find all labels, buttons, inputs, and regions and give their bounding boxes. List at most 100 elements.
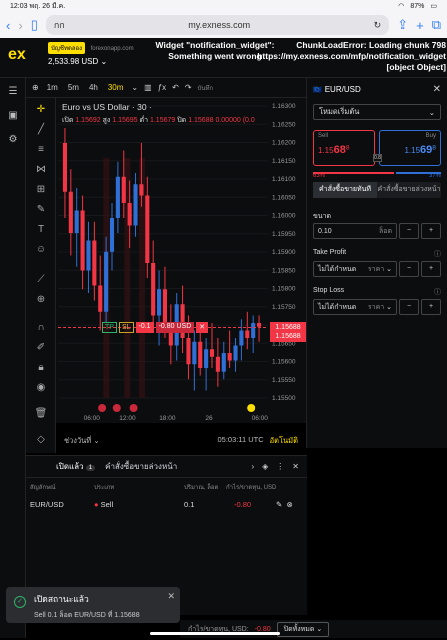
sl-tag[interactable]: SL (118, 321, 134, 333)
exness-logo[interactable]: ex (8, 46, 30, 68)
sentiment-sell-pct: 63% (313, 173, 326, 179)
settings-icon[interactable]: ⚙ (6, 134, 20, 148)
volume-decrease-button[interactable]: − (399, 223, 419, 239)
buy-button[interactable]: Buy 1.15698 (379, 130, 441, 166)
status-time: 12:03 (10, 2, 28, 10)
tab-market-order[interactable]: คำสั่งซื้อขายทันที (313, 182, 377, 198)
chart-footer: ช่วงวันที่ ⌄ 05:03:11 UTC อัตโนมัติ (56, 432, 306, 450)
check-icon: ✓ (14, 596, 26, 608)
chevron-down-icon[interactable]: ⌄ (131, 83, 138, 92)
demo-badge: บัญชีทดลอง (48, 42, 86, 54)
auto-scale-button[interactable]: อัตโนมัติ (270, 435, 298, 447)
tp-decrease-button[interactable]: − (399, 261, 419, 277)
volume-label: ขนาด (313, 213, 332, 220)
candle-body (127, 203, 132, 226)
y-tick-label: 1.16250 (272, 121, 296, 128)
tab-pending-order[interactable]: คำสั่งซื้อขายล่วงหน้า (377, 182, 441, 198)
reload-icon[interactable]: ↻ (374, 20, 382, 31)
timeframe-4h[interactable]: 4h (87, 82, 100, 93)
lock-icon[interactable]: 🔒︎ (34, 362, 48, 376)
text-icon[interactable]: T (34, 224, 48, 238)
info-icon[interactable]: ⓘ (434, 249, 441, 259)
back-icon[interactable]: ‹ (6, 18, 10, 33)
trendline-icon[interactable]: ╱ (34, 124, 48, 138)
prediction-icon[interactable]: ⊞ (34, 184, 48, 198)
eye-icon[interactable]: ◉ (34, 382, 48, 396)
close-icon[interactable]: ✕ (292, 462, 299, 471)
crosshair-icon[interactable]: ✛ (34, 104, 48, 118)
redo-icon[interactable]: ↷ (185, 83, 192, 92)
timeframe-1m[interactable]: 1m (45, 82, 60, 93)
sell-button[interactable]: Sell 1.15688 (313, 130, 375, 166)
brush-icon[interactable]: ✎ (34, 204, 48, 218)
forward-icon[interactable]: › (18, 18, 22, 33)
volume-input[interactable]: 0.10 ล็อต (313, 223, 397, 239)
share-icon[interactable]: ⇪ (397, 17, 408, 33)
indicators-icon[interactable]: ƒx (158, 83, 166, 92)
close-position-icon[interactable]: ⊗ (286, 500, 292, 509)
account-selector[interactable]: บัญชีทดลอง forexonapp.com 2,533.98 USD ⌄ (48, 42, 134, 66)
more-icon[interactable]: ⋮ (276, 462, 284, 471)
trash-icon[interactable]: 🗑︎ (34, 408, 48, 422)
close-icon[interactable]: ✕ (167, 591, 175, 602)
tab-open-positions[interactable]: เปิดแล้ว 1 (56, 460, 96, 473)
timeframe-30m[interactable]: 30m (106, 82, 126, 93)
position-line-label[interactable]: TP SL -0.1 -0.80 USD ✕ (102, 321, 209, 333)
candle-body (251, 323, 256, 338)
app-header: ex บัญชีทดลอง forexonapp.com 2,533.98 US… (0, 38, 447, 78)
toast-message: Sell 0.1 ล็อต EUR/USD ที่ 1.15688 (34, 612, 140, 619)
briefcase-icon[interactable]: ▣ (6, 110, 20, 124)
date-range-button[interactable]: ช่วงวันที่ ⌄ (64, 435, 100, 447)
tp-tag[interactable]: TP (102, 321, 117, 333)
volume-increase-button[interactable]: + (421, 223, 441, 239)
chart-canvas[interactable]: 1.16300 1.16250 1.16200 1.16150 1.16100 1.160… (56, 98, 306, 423)
y-tick-label: 1.16300 (272, 103, 296, 110)
tp-increase-button[interactable]: + (421, 261, 441, 277)
close-all-button[interactable]: ปิดทั้งหมด ⌄ (276, 621, 330, 637)
take-profit-input[interactable]: ไม่ได้กำหนด ราคา ⌄ (313, 261, 397, 277)
candle-body (104, 251, 109, 312)
tabs-icon[interactable]: ⧉ (432, 17, 441, 33)
zoom-icon[interactable]: ⊕ (34, 294, 48, 308)
lock-drawing-icon[interactable]: ✐ (34, 342, 48, 356)
mode-select[interactable]: โหมดเริ่มต้น ⌄ (313, 104, 441, 120)
price-chart[interactable]: 1.16300 1.16250 1.16200 1.16150 1.16100 1.160… (56, 98, 306, 423)
close-icon[interactable]: ✕ (433, 84, 441, 95)
emoji-icon[interactable]: ☺ (34, 244, 48, 258)
diamond-icon[interactable]: ◇ (34, 434, 48, 448)
table-row[interactable]: EUR/USD ● Sell 0.1 -0.80 ✎ ⊗ (26, 496, 307, 512)
take-profit-label: Take Profit ⓘ (313, 249, 441, 259)
sl-decrease-button[interactable]: − (399, 299, 419, 315)
chevron-right-icon[interactable]: › (251, 462, 254, 471)
ruler-icon[interactable]: ⟋ (34, 274, 48, 288)
new-tab-icon[interactable]: + (416, 18, 424, 33)
account-summary-bar: กำไร/ขาดทุน, USD: -0.80 ปิดทั้งหมด ⌄ (180, 620, 447, 638)
current-price-badge: 1.15688 1.15688 (270, 321, 306, 342)
info-icon[interactable]: ⓘ (434, 287, 441, 297)
edit-icon[interactable]: ✎ (276, 500, 282, 509)
sl-increase-button[interactable]: + (421, 299, 441, 315)
undo-icon[interactable]: ↶ (172, 83, 179, 92)
utc-clock: 05:03:11 UTC (217, 435, 264, 444)
save-button[interactable]: บันทึก (198, 83, 214, 93)
add-indicator-icon[interactable]: ⊕ (32, 83, 39, 92)
menu-icon[interactable]: ☰ (6, 86, 20, 100)
chart-toolbar: ⊕ 1m 5m 4h 30m ⌄ ▥ ƒx ↶ ↷ บันทึก (26, 78, 306, 98)
buy-price: 1.15698 (404, 144, 436, 156)
stop-loss-input[interactable]: ไม่ได้กำหนด ราคา ⌄ (313, 299, 397, 315)
tab-pending-orders[interactable]: คำสั่งซื้อขายล่วงหน้า (105, 460, 177, 473)
position-symbol: EUR/USD (30, 499, 64, 509)
x-tick-label: 12:00 (119, 415, 136, 422)
y-tick-label: 1.15600 (272, 359, 296, 366)
layers-icon[interactable]: ◈ (262, 462, 268, 471)
browser-toolbar: ‹ › ▯ กก my.exness.com ↻ ⇪ + ⧉ (0, 12, 447, 38)
candle-body (98, 285, 103, 312)
address-bar[interactable]: กก my.exness.com ↻ (45, 15, 390, 35)
candles-icon[interactable]: ▥ (144, 83, 152, 92)
book-icon[interactable]: ▯ (31, 17, 38, 33)
magnet-icon[interactable]: ∩ (34, 322, 48, 336)
close-position-icon[interactable]: ✕ (196, 321, 209, 333)
timeframe-5m[interactable]: 5m (66, 82, 81, 93)
fib-icon[interactable]: ≡ (34, 144, 48, 158)
pattern-icon[interactable]: ⋈ (34, 164, 48, 178)
